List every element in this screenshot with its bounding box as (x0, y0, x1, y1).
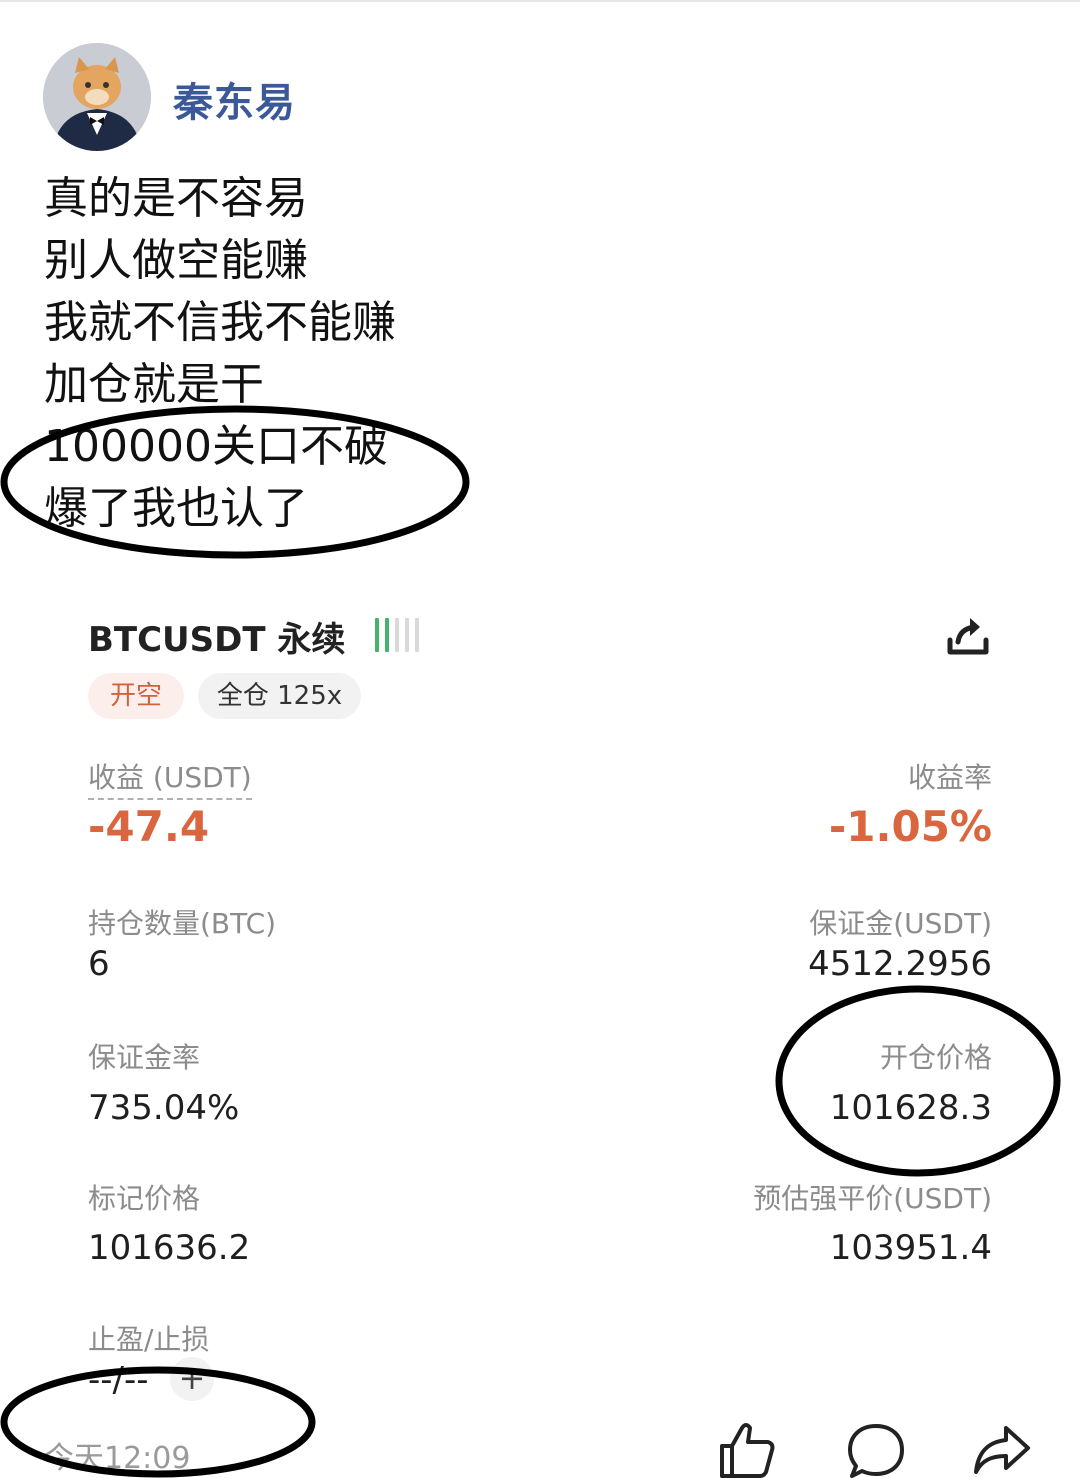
signal-bars-icon (375, 616, 427, 652)
entry-price-value: 101628.3 (829, 1088, 992, 1128)
post-line: 加仓就是干 (44, 359, 264, 410)
post-line: 爆了我也认了 (44, 483, 308, 534)
post-line: 我就不信我不能赚 (44, 297, 396, 348)
thumbs-up-icon[interactable] (716, 1420, 776, 1478)
pnl-rate-value: -1.05% (828, 802, 992, 851)
tpsl-label: 止盈/止损 (88, 1323, 210, 1356)
post-text: 真的是不容易 别人做空能赚 我就不信我不能赚 加仓就是干 100000关口不破 … (44, 168, 396, 540)
pnl-rate-label: 收益率 (907, 761, 992, 794)
tpsl-value: --/-- (88, 1360, 149, 1400)
margin-ratio-label: 保证金率 (88, 1041, 201, 1074)
annotation-ellipse (775, 985, 1061, 1177)
post-line: 100000关口不破 (44, 421, 388, 472)
margin-value: 4512.2956 (808, 944, 992, 984)
contract-symbol: BTCUSDT 永续 (88, 620, 346, 660)
entry-price-label: 开仓价格 (879, 1041, 992, 1074)
post-time: 今天12:09 (44, 1441, 191, 1476)
position-size-value: 6 (88, 944, 110, 984)
username[interactable]: 秦东易 (173, 70, 296, 128)
liq-price-value: 103951.4 (829, 1228, 992, 1268)
share-icon[interactable] (972, 1420, 1032, 1478)
margin-mode-tag: 全仓 125x (198, 673, 361, 719)
pnl-value: -47.4 (88, 802, 210, 851)
margin-ratio-value: 735.04% (88, 1088, 240, 1128)
pnl-label[interactable]: 收益 (USDT) (88, 756, 252, 800)
add-tpsl-button[interactable]: + (170, 1357, 214, 1401)
direction-tag: 开空 (88, 673, 184, 719)
liq-price-label: 预估强平价(USDT) (753, 1182, 992, 1215)
post-line: 别人做空能赚 (44, 235, 308, 286)
comment-icon[interactable] (846, 1420, 906, 1478)
mark-price-value: 101636.2 (88, 1228, 251, 1268)
mark-price-label: 标记价格 (88, 1182, 201, 1215)
margin-label: 保证金(USDT) (809, 907, 992, 940)
position-size-label: 持仓数量(BTC) (88, 907, 277, 940)
avatar[interactable] (43, 43, 151, 151)
post-line: 真的是不容易 (44, 173, 308, 224)
top-divider (0, 0, 1080, 2)
share-icon[interactable] (944, 612, 992, 658)
